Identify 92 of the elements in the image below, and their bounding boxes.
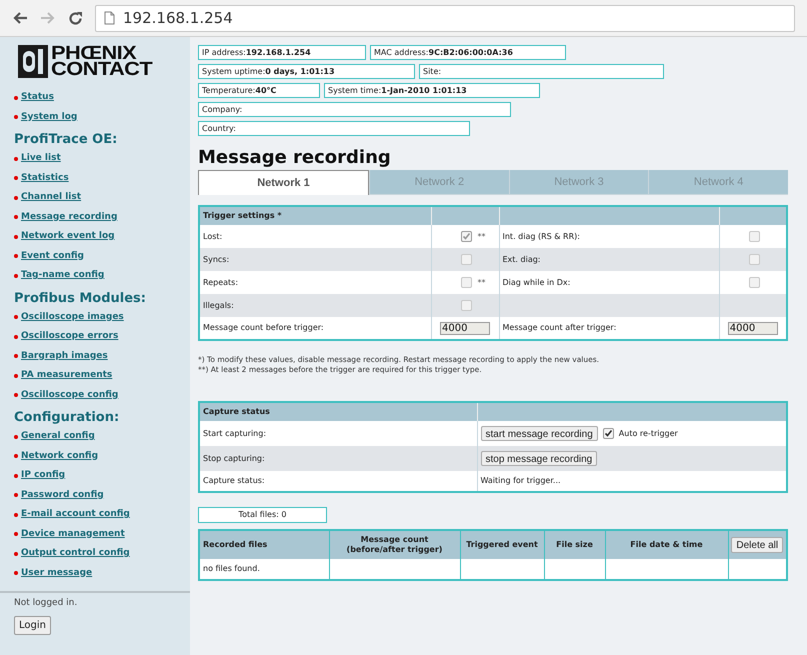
bullet-icon [14,393,18,398]
info-field: MAC address:9C:B2:06:00:0A:36 [370,45,566,60]
field-label: Capture status: [203,476,265,485]
note-mark: ** [478,230,486,242]
option-label: Auto re-trigger [618,428,678,440]
action-button[interactable]: stop message recording [480,451,598,466]
bullet-icon [14,552,18,556]
nav-link[interactable]: Device management [21,528,125,541]
nav-link[interactable]: User message [21,566,92,580]
nav-link[interactable]: Output control config [21,547,130,560]
nav-link[interactable]: IP config [21,469,66,482]
nav-link[interactable]: E-mail account config [21,508,130,522]
section-heading: Configuration: [14,410,120,426]
reload-icon[interactable] [68,10,83,26]
section-heading: ProfiTrace OE: [14,132,118,148]
bullet-icon [14,96,18,100]
nav-link[interactable]: Oscilloscope config [21,388,118,402]
logo-text: PHŒNIX [51,46,136,62]
info-field: Country: [198,121,470,136]
url-text: 192.168.1.254 [123,8,233,29]
nav-link[interactable]: Bargraph images [21,350,108,363]
bullet-icon [14,115,18,120]
field-label: Syncs: [203,254,230,264]
total-files: Total files: 0 [198,507,327,523]
bullet-icon [14,334,18,339]
bullet-icon [14,354,18,358]
nav-link[interactable]: Message recording [21,210,118,224]
checkbox[interactable] [602,428,614,439]
nav-link[interactable]: Channel list [21,191,82,204]
bullet-icon [14,474,18,478]
login-button[interactable]: Login [14,616,51,635]
page-icon [104,11,115,25]
address-bar[interactable]: 192.168.1.254 [95,4,795,32]
nav-link[interactable]: Status [21,91,54,104]
field-label: Start capturing: [203,428,266,438]
nav-link[interactable]: Event config [21,250,84,263]
bullet-icon [14,374,18,378]
back-icon[interactable] [12,11,28,25]
section-heading: Profibus Modules: [14,290,147,306]
nav-link[interactable]: System log [21,110,78,124]
nav-link[interactable]: Tag-name config [21,269,104,282]
nav-link[interactable]: Live list [21,152,61,166]
bullet-icon [14,234,18,239]
page-title: Message recording [198,148,392,168]
bullet-icon [14,176,18,180]
tab[interactable]: Network 1 [198,170,369,195]
bullet-icon [14,215,18,220]
field-label: Diag while in Dx: [502,278,570,286]
bullet-icon [14,454,18,458]
info-field: IP address:192.168.1.254 [198,45,366,60]
nav-link[interactable]: PA measurements [21,369,112,382]
info-field: Site: [419,64,664,79]
count-input[interactable]: 4000 [440,322,490,334]
nav-link[interactable]: Oscilloscope errors [21,330,118,344]
field-label: Ext. diag: [502,254,540,264]
field-label: Message count after trigger: [502,323,616,332]
info-field: System time:1-Jan-2010 1:01:13 [324,83,540,98]
delete-all-button[interactable]: Delete all [731,537,784,553]
bullet-icon [14,196,18,200]
status-value: Waiting for trigger... [480,476,561,485]
bullet-icon [14,512,18,517]
forward-icon [40,11,56,25]
logo-text: CONTACT [51,62,152,78]
bullet-icon [14,315,18,320]
note-mark: ** [478,276,486,288]
action-button[interactable]: start message recording [480,426,598,441]
field-label: Message count before trigger: [203,323,324,332]
bullet-icon [14,156,18,161]
field-label: Int. diag (RS & RR): [502,232,580,240]
field-label: Repeats: [203,278,238,286]
nav-link[interactable]: Network event log [21,230,115,244]
bullet-icon [14,434,18,439]
field-label: Lost: [203,232,222,240]
bullet-icon [14,532,18,536]
field-label: Illegals: [203,300,234,310]
bullet-icon [14,274,18,278]
field-label: Stop capturing: [203,454,265,462]
login-status: Not logged in. [14,596,78,610]
bullet-icon [14,493,18,498]
info-field: Company: [198,102,511,117]
nav-link[interactable]: Network config [21,450,98,463]
nav-link[interactable]: Oscilloscope images [21,310,124,324]
bullet-icon [14,254,18,258]
nav-link[interactable]: Statistics [21,172,69,185]
nav-link[interactable]: Password config [21,488,104,502]
info-field: System uptime:0 days, 1:01:13 [198,64,415,79]
info-field: Temperature:40°C [198,83,320,98]
empty-message: no files found. [203,564,260,573]
logo-icon [18,45,48,78]
count-input[interactable]: 4000 [728,322,778,334]
bullet-icon [14,571,18,576]
nav-link[interactable]: General config [21,430,95,444]
